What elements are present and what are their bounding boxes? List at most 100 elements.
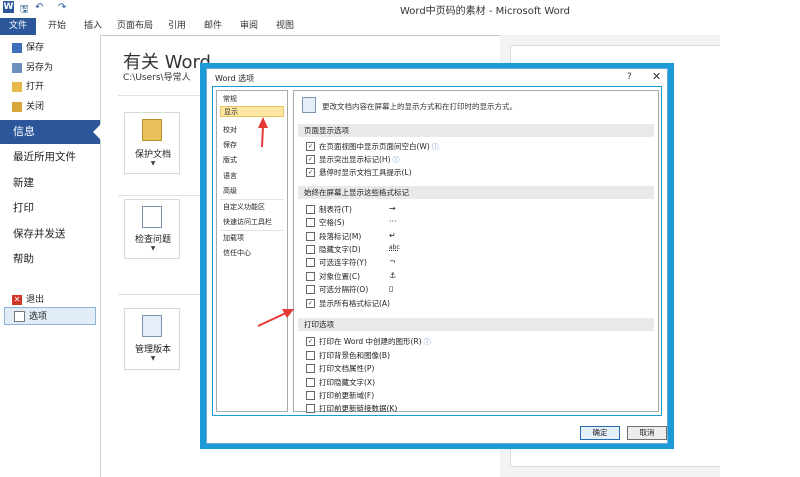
- category-trust-center[interactable]: 信任中心: [220, 248, 284, 259]
- paragraph-mark-icon: ↵: [389, 231, 396, 240]
- option-update-fields[interactable]: 打印前更新域(F): [306, 390, 374, 402]
- option-label: 打印背景色和图像(B): [319, 351, 390, 360]
- category-proofing[interactable]: 校对: [220, 125, 284, 136]
- section-printing: 打印选项: [298, 318, 654, 331]
- option-print-properties[interactable]: 打印文档属性(P): [306, 363, 374, 375]
- hyphen-mark-icon: ¬: [389, 257, 396, 266]
- option-spaces[interactable]: 空格(S): [306, 217, 345, 229]
- tab-mailings[interactable]: 邮件: [196, 18, 230, 35]
- options-icon: [14, 311, 25, 322]
- checkbox-unchecked[interactable]: [306, 231, 315, 241]
- checkbox-checked[interactable]: ✓: [306, 167, 315, 177]
- category-layout[interactable]: 版式: [220, 155, 284, 166]
- checkbox-checked[interactable]: ✓: [306, 298, 315, 308]
- nav-info[interactable]: 信息: [0, 120, 101, 144]
- nav-close[interactable]: 关闭: [12, 99, 44, 115]
- tab-view[interactable]: 视图: [268, 18, 302, 35]
- nav-recent[interactable]: 最近所用文件: [13, 149, 76, 164]
- divider: [220, 230, 284, 231]
- option-label: 悬停时显示文档工具提示(L): [319, 168, 412, 177]
- tab-home[interactable]: 开始: [40, 18, 74, 35]
- option-label: 段落标记(M): [319, 232, 362, 241]
- close-icon[interactable]: ✕: [652, 70, 661, 83]
- check-issues-button[interactable]: 检查问题 ▼: [124, 199, 180, 259]
- option-show-whitespace[interactable]: ✓ 在页面视图中显示页面间空白(W) ⓘ: [306, 141, 439, 153]
- help-icon[interactable]: ?: [627, 72, 632, 82]
- option-label: 可选连字符(Y): [319, 258, 367, 267]
- nav-print[interactable]: 打印: [13, 200, 34, 215]
- nav-options-label: 选项: [29, 312, 48, 322]
- checkbox-unchecked[interactable]: [306, 377, 315, 387]
- dialog-body: 常规 显示 校对 保存 版式 语言 高级 自定义功能区 快速访问工具栏 加载项 …: [212, 86, 662, 416]
- nav-new[interactable]: 新建: [13, 175, 34, 190]
- nav-open[interactable]: 打开: [12, 79, 44, 95]
- option-show-tooltips[interactable]: ✓ 悬停时显示文档工具提示(L): [306, 167, 412, 179]
- option-optional-breaks[interactable]: 可选分隔符(O): [306, 284, 368, 296]
- tab-insert[interactable]: 插入: [76, 18, 110, 35]
- checkbox-unchecked[interactable]: [306, 403, 315, 413]
- info-icon: ⓘ: [431, 143, 439, 151]
- tab-references[interactable]: 引用: [160, 18, 194, 35]
- nav-help[interactable]: 帮助: [13, 251, 34, 266]
- option-label: 打印隐藏文字(X): [319, 378, 375, 387]
- category-quick-access-toolbar[interactable]: 快速访问工具栏: [220, 217, 284, 228]
- category-language[interactable]: 语言: [220, 171, 284, 182]
- divider: [220, 199, 284, 200]
- nav-save-as[interactable]: 另存为: [12, 60, 53, 76]
- category-customize-ribbon[interactable]: 自定义功能区: [220, 202, 284, 213]
- checkbox-unchecked[interactable]: [306, 284, 315, 294]
- word-options-dialog: Word 选项 ? ✕ 常规 显示 校对 保存 版式 语言 高级 自定义功能区 …: [206, 68, 668, 444]
- checkbox-unchecked[interactable]: [306, 257, 315, 267]
- option-label: 打印在 Word 中创建的图形(R): [319, 337, 422, 346]
- section-formatting-marks: 始终在屏幕上显示这些格式标记: [298, 186, 654, 199]
- tab-page-layout[interactable]: 页面布局: [112, 18, 158, 35]
- checkbox-unchecked[interactable]: [306, 390, 315, 400]
- option-label: 隐藏文字(D): [319, 245, 361, 254]
- exit-icon: ✕: [12, 294, 22, 305]
- option-optional-hyphens[interactable]: 可选连字符(Y): [306, 257, 367, 269]
- protect-document-button[interactable]: 保护文档 ▼: [124, 112, 180, 174]
- option-print-hidden-text[interactable]: 打印隐藏文字(X): [306, 377, 375, 389]
- nav-exit-label: 退出: [26, 295, 45, 305]
- checkbox-unchecked[interactable]: [306, 363, 315, 373]
- option-object-anchors[interactable]: 对象位置(C): [306, 271, 360, 283]
- checkbox-checked[interactable]: ✓: [306, 154, 315, 164]
- option-print-drawings[interactable]: ✓ 打印在 Word 中创建的图形(R) ⓘ: [306, 336, 431, 348]
- option-hidden-text[interactable]: 隐藏文字(D): [306, 244, 361, 256]
- category-advanced[interactable]: 高级: [220, 186, 284, 197]
- checkbox-unchecked[interactable]: [306, 271, 315, 281]
- option-label: 空格(S): [319, 218, 345, 227]
- category-add-ins[interactable]: 加载项: [220, 233, 284, 244]
- checkbox-checked[interactable]: ✓: [306, 336, 315, 346]
- ribbon-tabs: 文件 开始 插入 页面布局 引用 邮件 审阅 视图: [0, 18, 800, 36]
- nav-save-as-label: 另存为: [26, 63, 54, 73]
- option-tab-characters[interactable]: 制表符(T): [306, 204, 352, 216]
- nav-options[interactable]: 选项: [4, 307, 96, 325]
- option-paragraph-marks[interactable]: 段落标记(M): [306, 231, 361, 243]
- chevron-down-icon: ▼: [150, 245, 156, 252]
- save-icon: [12, 42, 22, 53]
- manage-versions-button[interactable]: 管理版本 ▼: [124, 308, 180, 370]
- nav-save[interactable]: 保存: [12, 40, 44, 56]
- nav-exit[interactable]: ✕ 退出: [12, 292, 44, 308]
- nav-save-send[interactable]: 保存并发送: [13, 226, 66, 241]
- option-update-linked-data[interactable]: 打印前更新链接数据(K): [306, 403, 397, 415]
- option-show-all-marks[interactable]: ✓ 显示所有格式标记(A): [306, 298, 390, 310]
- checkbox-unchecked[interactable]: [306, 350, 315, 360]
- ok-button[interactable]: 确定: [580, 426, 620, 440]
- category-display[interactable]: 显示: [220, 106, 284, 117]
- category-general[interactable]: 常规: [220, 94, 284, 105]
- tab-review[interactable]: 审阅: [232, 18, 266, 35]
- checkbox-unchecked[interactable]: [306, 204, 315, 214]
- backstage-nav: 保存 另存为 打开 关闭 信息 最近所用文件 新建 打印 保存并发送 帮助 选项…: [0, 35, 101, 477]
- tab-file[interactable]: 文件: [0, 18, 36, 35]
- option-print-background[interactable]: 打印背景色和图像(B): [306, 350, 390, 362]
- checkbox-unchecked[interactable]: [306, 244, 315, 254]
- cancel-button[interactable]: 取消: [627, 426, 667, 440]
- checkbox-checked[interactable]: ✓: [306, 141, 315, 151]
- category-save[interactable]: 保存: [220, 140, 284, 151]
- checkbox-unchecked[interactable]: [306, 217, 315, 227]
- protect-document-label: 保护文档: [134, 150, 171, 160]
- option-show-highlighter[interactable]: ✓ 显示突出显示标记(H) ⓘ: [306, 154, 400, 166]
- close-folder-icon: [12, 101, 22, 112]
